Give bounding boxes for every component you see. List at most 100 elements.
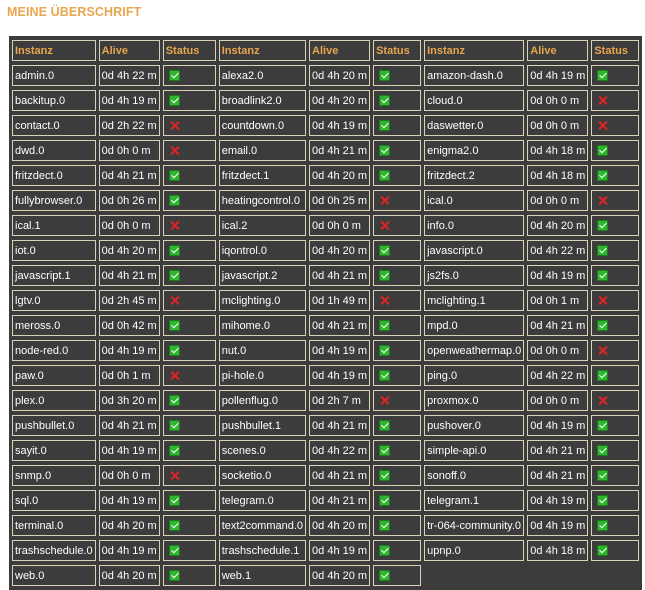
checkmark-icon <box>597 170 609 182</box>
instance-name: trashschedule.1 <box>218 540 307 561</box>
instance-alive: 0d 0h 0 m <box>527 115 589 136</box>
instance-status <box>373 240 422 261</box>
instance-name: iqontrol.0 <box>218 240 307 261</box>
instance-alive: 0d 0h 42 m <box>98 315 160 336</box>
instance-name: pi-hole.0 <box>218 365 307 386</box>
instance-status <box>162 340 216 361</box>
checkmark-icon <box>597 370 609 382</box>
instance-name: tr-064-community.0 <box>424 515 525 536</box>
instance-alive: 0d 4h 19 m <box>309 540 371 561</box>
table-row: terminal.0 0d 4h 20 m text2command.0 0d 4h … <box>12 515 640 536</box>
instance-name: fullybrowser.0 <box>12 190 96 211</box>
table-row: pushbullet.0 0d 4h 21 m pushbullet.1 0d 4h … <box>12 415 640 436</box>
instance-name: paw.0 <box>12 365 96 386</box>
table-row: contact.0 0d 2h 22 m countdown.0 0d 4h 19 m… <box>12 115 640 136</box>
instance-name: fritzdect.1 <box>218 165 307 186</box>
table-row: dwd.0 0d 0h 0 m email.0 0d 4h 21 m enigma2.0… <box>12 140 640 161</box>
cross-icon <box>597 395 608 406</box>
instance-alive: 0d 0h 1 m <box>527 290 589 311</box>
instance-name: daswetter.0 <box>424 115 525 136</box>
instance-alive: 0d 4h 18 m <box>527 140 589 161</box>
instance-name: ical.1 <box>12 215 96 236</box>
instance-alive: 0d 0h 25 m <box>309 190 371 211</box>
instance-name: simple-api.0 <box>424 440 525 461</box>
instance-alive: 0d 4h 20 m <box>309 515 371 536</box>
header-instanz: Instanz <box>12 40 96 61</box>
header-status: Status <box>162 40 216 61</box>
instance-status <box>162 515 216 536</box>
instance-status <box>591 515 640 536</box>
checkmark-icon <box>597 145 609 157</box>
instance-alive: 0d 4h 20 m <box>309 165 371 186</box>
checkmark-icon <box>168 445 180 457</box>
checkmark-icon <box>168 245 180 257</box>
instance-name: admin.0 <box>12 65 96 86</box>
instance-alive: 0d 4h 20 m <box>527 215 589 236</box>
table-row: javascript.1 0d 4h 21 m javascript.2 0d 4h … <box>12 265 640 286</box>
instance-alive: 0d 4h 19 m <box>98 90 160 111</box>
instance-status <box>591 165 640 186</box>
instance-alive: 0d 3h 20 m <box>98 390 160 411</box>
instance-status <box>373 315 422 336</box>
checkmark-icon <box>379 345 391 357</box>
instance-alive: 0d 4h 19 m <box>309 340 371 361</box>
checkmark-icon <box>168 570 180 582</box>
header-alive: Alive <box>98 40 160 61</box>
instance-alive: 0d 4h 19 m <box>98 440 160 461</box>
instance-status <box>162 165 216 186</box>
checkmark-icon <box>379 445 391 457</box>
checkmark-icon <box>597 270 609 282</box>
table-row: fritzdect.0 0d 4h 21 m fritzdect.1 0d 4h 20… <box>12 165 640 186</box>
checkmark-icon <box>379 420 391 432</box>
checkmark-icon <box>597 495 609 507</box>
instance-name: pollenflug.0 <box>218 390 307 411</box>
table-row: backitup.0 0d 4h 19 m broadlink2.0 0d 4h 20… <box>12 90 640 111</box>
cross-icon <box>597 345 608 356</box>
instance-name: telegram.1 <box>424 490 525 511</box>
instance-alive: 0d 4h 19 m <box>527 490 589 511</box>
instance-name: lgtv.0 <box>12 290 96 311</box>
instance-name: cloud.0 <box>424 90 525 111</box>
instance-status <box>162 490 216 511</box>
instance-status <box>591 65 640 86</box>
instance-status <box>162 240 216 261</box>
checkmark-icon <box>168 95 180 107</box>
instance-status <box>591 140 640 161</box>
instance-name: heatingcontrol.0 <box>218 190 307 211</box>
instance-alive: 0d 2h 22 m <box>98 115 160 136</box>
table-row: sql.0 0d 4h 19 m telegram.0 0d 4h 21 m teleg… <box>12 490 640 511</box>
cross-icon <box>169 220 180 231</box>
table-row: admin.0 0d 4h 22 m alexa2.0 0d 4h 20 m amazo… <box>12 65 640 86</box>
instance-alive: 0d 4h 22 m <box>527 365 589 386</box>
instance-alive: 0d 4h 22 m <box>98 65 160 86</box>
instance-table: Instanz Alive Status Instanz Alive Statu… <box>9 36 643 590</box>
instance-status <box>373 390 422 411</box>
checkmark-icon <box>379 170 391 182</box>
header-instanz: Instanz <box>218 40 307 61</box>
instance-name: email.0 <box>218 140 307 161</box>
instance-status <box>162 90 216 111</box>
instance-status <box>591 265 640 286</box>
instance-name: text2command.0 <box>218 515 307 536</box>
instance-status <box>373 265 422 286</box>
empty-cell <box>591 565 639 586</box>
cross-icon <box>597 295 608 306</box>
instance-name: telegram.0 <box>218 490 307 511</box>
instance-name: fritzdect.0 <box>12 165 96 186</box>
checkmark-icon <box>379 270 391 282</box>
instance-status <box>373 165 422 186</box>
instance-name: scenes.0 <box>218 440 307 461</box>
checkmark-icon <box>379 570 391 582</box>
instance-status <box>591 190 640 211</box>
instance-status <box>373 215 422 236</box>
instance-alive: 0d 4h 21 m <box>309 265 371 286</box>
table-row: web.0 0d 4h 20 m web.1 0d 4h 20 m <box>12 565 639 586</box>
instance-alive: 0d 0h 0 m <box>98 465 160 486</box>
instance-status <box>373 515 422 536</box>
instance-name: ping.0 <box>424 365 525 386</box>
instance-alive: 0d 4h 21 m <box>527 440 589 461</box>
instance-name: mclighting.0 <box>218 290 307 311</box>
instance-alive: 0d 4h 20 m <box>309 565 371 586</box>
instance-status <box>591 440 640 461</box>
instance-name: mihome.0 <box>218 315 307 336</box>
